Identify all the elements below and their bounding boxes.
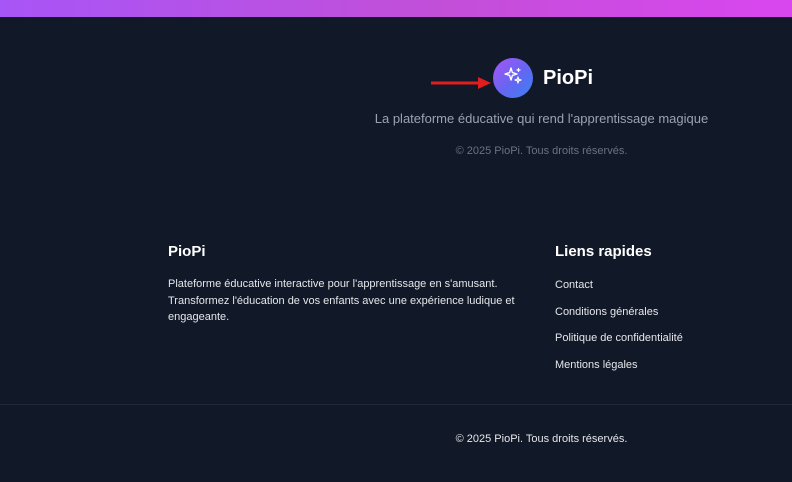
link-legal-notice[interactable]: Mentions légales xyxy=(555,359,638,371)
quick-links-list: Contact Conditions générales Politique d… xyxy=(555,275,755,381)
list-item: Contact xyxy=(555,275,755,302)
footer-links-column: Liens rapides Contact Conditions général… xyxy=(555,243,755,381)
footer-links-title: Liens rapides xyxy=(555,243,652,260)
brand-name: PioPi xyxy=(543,66,594,89)
footer-about-title: PioPi xyxy=(168,243,206,260)
footer-copyright: © 2025 PioPi. Tous droits réservés. xyxy=(455,433,628,445)
logo xyxy=(493,58,533,98)
footer-about-text: Plateforme éducative interactive pour l'… xyxy=(168,278,515,323)
link-privacy[interactable]: Politique de confidentialité xyxy=(555,332,683,344)
top-gradient-bar xyxy=(0,0,792,17)
hero-brand-section: PioPi La plateforme éducative qui rend l… xyxy=(0,17,792,187)
link-contact[interactable]: Contact xyxy=(555,279,593,291)
list-item: Conditions générales xyxy=(555,302,755,329)
footer-divider xyxy=(0,404,792,405)
sparkles-icon xyxy=(503,66,523,91)
annotation-arrow-icon xyxy=(431,77,491,89)
hero-copyright: © 2025 PioPi. Tous droits réservés. xyxy=(455,145,628,157)
tagline: La plateforme éducative qui rend l'appre… xyxy=(374,111,709,126)
brand[interactable]: PioPi xyxy=(493,58,593,98)
link-terms[interactable]: Conditions générales xyxy=(555,306,658,318)
list-item: Mentions légales xyxy=(555,355,755,382)
list-item: Politique de confidentialité xyxy=(555,328,755,355)
footer-about-column: PioPi Plateforme éducative interactive p… xyxy=(168,243,528,326)
